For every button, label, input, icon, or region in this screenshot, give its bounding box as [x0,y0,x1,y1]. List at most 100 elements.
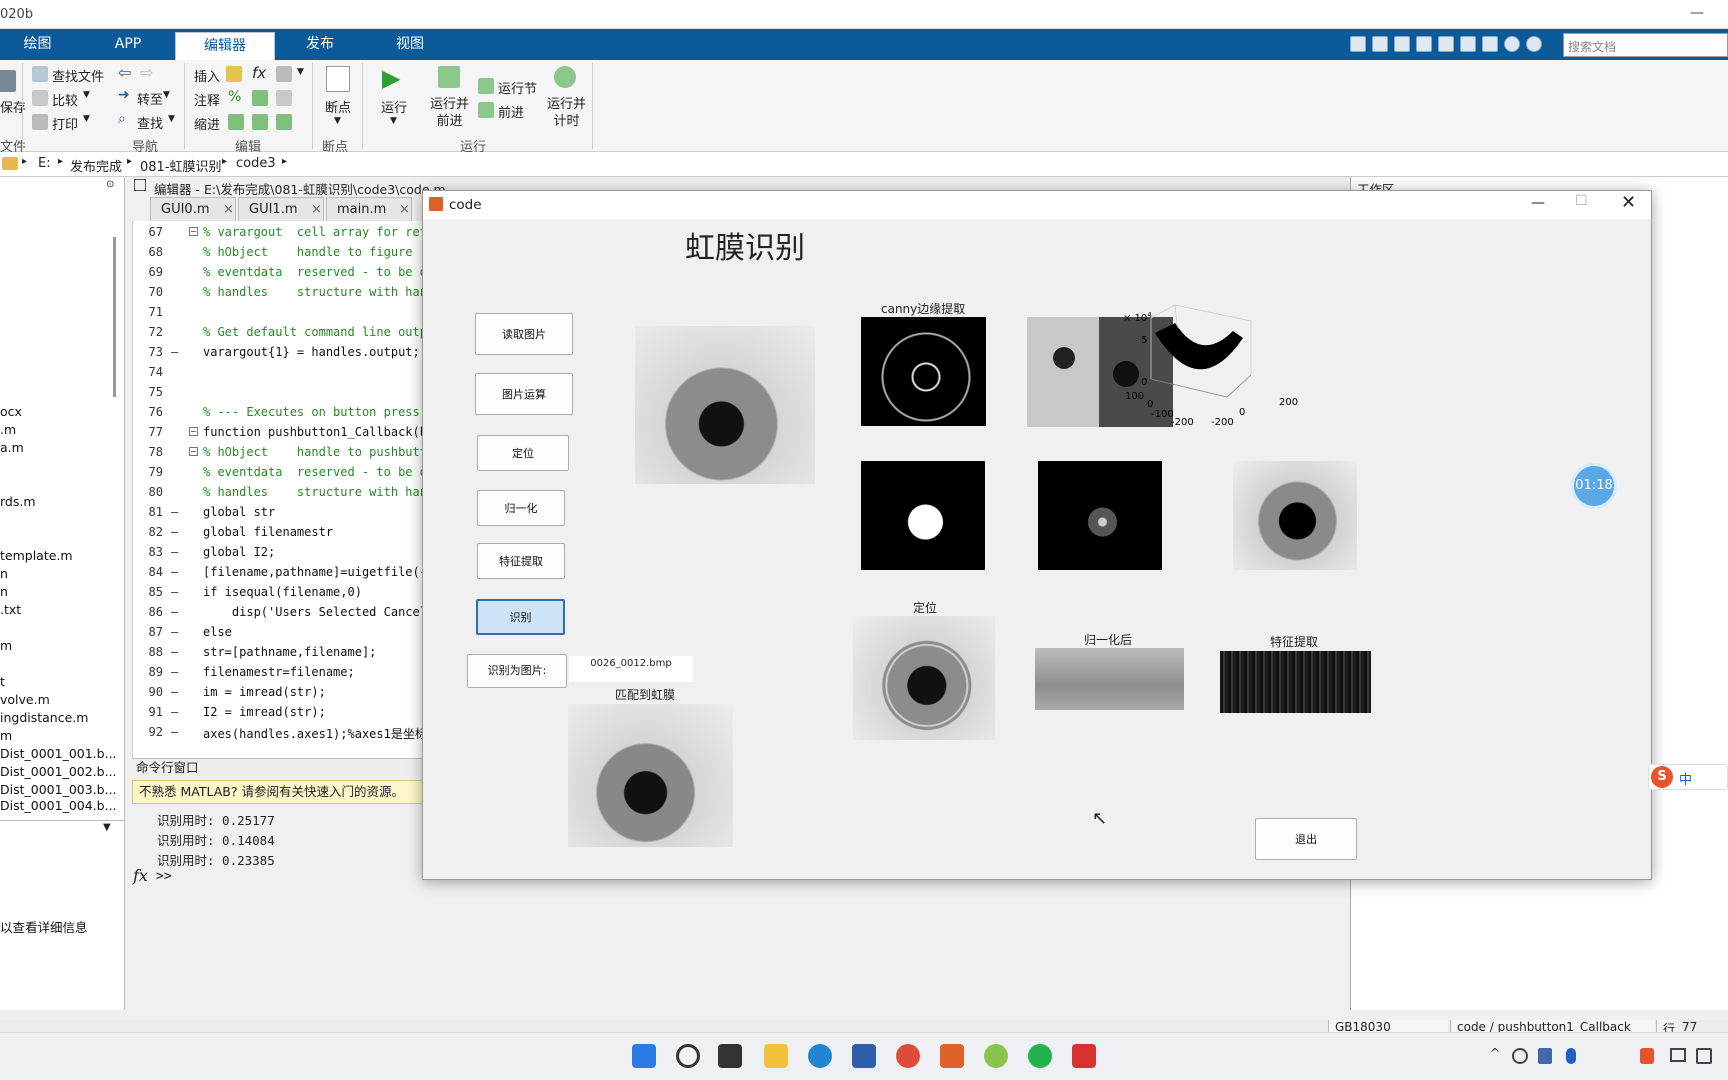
breakpoint-marker[interactable]: – [171,525,178,539]
chevron-down-icon[interactable]: ▼ [390,116,397,126]
process-image-button[interactable]: 图片运算 [475,373,573,415]
wps-icon[interactable] [1072,1044,1096,1068]
file-item[interactable]: Dist_0001_002.b... [0,764,117,779]
recognize-button[interactable]: 识别 [476,599,565,635]
scrollbar[interactable] [113,237,116,397]
start-icon[interactable] [632,1044,656,1068]
advance-button[interactable]: 前进 [498,102,524,121]
edge-icon[interactable] [808,1044,832,1068]
breakpoint-marker[interactable]: – [171,565,178,579]
copy-icon[interactable] [1394,36,1410,52]
tray-mic-icon[interactable] [1566,1048,1576,1064]
fold-icon[interactable]: − [189,447,198,456]
comment-button[interactable]: 注释 [194,90,220,109]
code-line[interactable]: % hObject handle to figure [203,245,413,259]
smart-indent-icon[interactable] [228,114,244,130]
chrome-icon[interactable] [896,1044,920,1068]
insert-block-icon[interactable] [276,66,292,82]
run-icon[interactable]: ▶ [382,64,400,92]
file-item[interactable]: Dist_0001_001.b... [0,746,117,761]
search-icon[interactable] [676,1044,700,1068]
run-time-button[interactable]: 运行并 计时 [547,96,586,130]
breakpoint-marker[interactable]: – [171,505,178,519]
file-item[interactable]: m [0,638,12,653]
code-line[interactable]: % hObject handle to pushbutto [203,445,424,459]
tab-editor[interactable]: 编辑器 [175,32,275,60]
code-line[interactable]: global I2; [203,545,275,559]
file-item[interactable]: template.m [0,548,73,563]
run-advance-icon[interactable] [438,66,460,88]
code-line[interactable]: im = imread(str); [203,685,326,699]
run-section-button[interactable]: 运行节 [498,78,537,97]
find-files-button[interactable]: 查找文件 [52,66,104,85]
exit-button[interactable]: 退出 [1255,818,1357,860]
file-item[interactable]: m [0,728,12,743]
read-image-button[interactable]: 读取图片 [475,313,573,355]
file-item[interactable]: t [0,674,5,689]
file-item[interactable]: volve.m [0,692,50,707]
feature-extract-button[interactable]: 特征提取 [477,543,565,579]
outdent-icon[interactable] [276,114,292,130]
chevron-down-icon[interactable]: ▼ [83,114,90,124]
file-item[interactable]: .txt [0,602,21,617]
file-item[interactable]: Dist_0001_004.b... [0,798,117,813]
fold-icon[interactable]: − [189,227,198,236]
breadcrumb-folder-2[interactable]: 081-虹膜识别 [140,156,222,175]
fx-icon[interactable]: fx [252,64,266,82]
code-line[interactable]: global str [203,505,275,519]
close-icon[interactable]: × [311,198,322,222]
wechat-icon[interactable] [1028,1044,1052,1068]
chevron-down-icon[interactable]: ▼ [103,822,111,833]
tab-plots[interactable]: 绘图 [0,29,75,60]
advance-icon[interactable] [478,102,494,118]
tray-volume-icon[interactable] [1696,1048,1712,1064]
forward-arrow-icon[interactable]: ⇨ [140,63,153,82]
breakpoint-marker[interactable]: – [171,665,178,679]
file-item[interactable]: .m [0,422,16,437]
indent-icon[interactable] [252,114,268,130]
file-item[interactable]: a.m [0,440,24,455]
ime-toolbar[interactable]: S 中 [1648,764,1728,790]
store-icon[interactable] [852,1044,876,1068]
code-line[interactable]: str=[pathname,filename]; [203,645,376,659]
run-section-icon[interactable] [478,78,494,94]
fold-icon[interactable]: − [189,427,198,436]
file-item[interactable]: n [0,584,8,599]
indent-button[interactable]: 缩进 [194,114,220,133]
breakpoint-marker[interactable]: – [171,625,178,639]
tray-display-icon[interactable] [1670,1048,1686,1062]
ime-mode[interactable]: 中 [1679,769,1692,788]
code-line[interactable]: % handles structure with hand [203,485,424,499]
code-line[interactable]: disp('Users Selected Cancele [203,605,424,619]
file-item[interactable]: rds.m [0,494,36,509]
timer-badge[interactable]: 01:18 [1571,463,1617,509]
info-text[interactable]: 不熟悉 MATLAB? 请参阅有关快速入门的资源。 [139,784,404,799]
redo-icon[interactable] [1460,36,1476,52]
breadcrumb-folder-3[interactable]: code3 [236,156,276,171]
tab-main[interactable]: main.m × [326,197,412,221]
print-button[interactable]: 打印 [52,114,78,133]
paste-icon[interactable] [1416,36,1432,52]
breakpoint-marker[interactable]: – [171,645,178,659]
dropdown-icon[interactable] [1526,36,1542,52]
search-documentation[interactable]: 搜索文档 [1563,33,1728,57]
file-item[interactable]: ingdistance.m [0,710,88,725]
insert-section-icon[interactable] [226,66,242,82]
tray-ime-icon[interactable] [1640,1048,1654,1064]
code-editor[interactable]: 67−% varargout cell array for retu 68% hO… [132,221,424,758]
save-icon[interactable] [1350,36,1366,52]
code-line[interactable]: % Get default command line outpu [203,325,424,339]
run-button[interactable]: 运行 [381,97,407,116]
breakpoint-marker[interactable]: – [171,545,178,559]
code-line[interactable]: global filenamestr [203,525,333,539]
switch-windows-icon[interactable] [1482,36,1498,52]
code-line[interactable]: else [203,625,232,639]
find-button[interactable]: 查找 [137,113,163,132]
breakpoint-marker[interactable]: – [171,725,178,739]
matlab-icon[interactable] [940,1044,964,1068]
run-time-icon[interactable] [554,66,576,88]
close-icon[interactable]: × [223,198,234,222]
code-line[interactable]: filenamestr=filename; [203,665,355,679]
locate-button[interactable]: 定位 [477,435,569,471]
tab-view[interactable]: 视图 [375,29,445,60]
